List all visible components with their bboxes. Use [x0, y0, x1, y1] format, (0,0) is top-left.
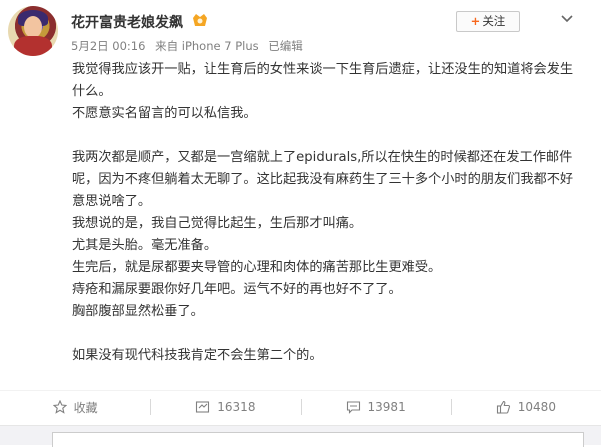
like-button[interactable]: 10480 [450, 391, 601, 423]
star-icon [52, 400, 67, 414]
post-date[interactable]: 5月2日 00:16 [71, 39, 145, 53]
post-paragraph: 生完后，就是尿都要夹导管的心理和肉体的痛苦那比生更难受。 [72, 260, 442, 275]
post-paragraph: 尤其是头胎。毫无准备。 [72, 238, 218, 253]
post-paragraph: 我觉得我应该开一贴，让生育后的女性来谈一下生育后遗症，让还没生的知道将会发生什么… [72, 62, 574, 99]
post-paragraph: 不愿意实名留言的可以私信我。 [72, 106, 257, 121]
follow-label: 关注 [482, 14, 506, 28]
post-source: 来自 iPhone 7 Plus [155, 39, 259, 53]
repost-button[interactable]: 16318 [150, 391, 300, 423]
comment-input[interactable] [52, 432, 584, 447]
post-paragraph: 痔疮和漏尿要跟你好几年吧。运气不好的再也好不了了。 [72, 282, 402, 297]
favorite-button[interactable]: 收藏 [0, 391, 150, 423]
avatar-face [24, 16, 42, 38]
chevron-down-icon[interactable] [560, 12, 574, 26]
comment-icon [346, 401, 360, 414]
avatar[interactable] [8, 6, 58, 56]
post-paragraph: 我想说的是，我自己觉得比起生，生后那才叫痛。 [72, 216, 363, 231]
weibo-post-card: 花开富贵老娘发飙 5月2日 00:16 来自 iPhone 7 Plus 已编辑… [0, 0, 601, 447]
repost-icon [196, 401, 210, 413]
favorite-label: 收藏 [73, 400, 98, 415]
comment-button[interactable]: 13981 [300, 391, 451, 423]
author-name[interactable]: 花开富贵老娘发飙 [71, 12, 183, 32]
post-paragraph: 胸部腹部显然松垂了。 [72, 304, 204, 319]
comment-count: 13981 [367, 400, 406, 414]
post-paragraph: 如果没有现代科技我肯定不会生第二个的。 [72, 348, 323, 363]
repost-count: 16318 [217, 400, 256, 414]
comment-area [0, 425, 601, 447]
post-body: 我觉得我应该开一贴，让生育后的女性来谈一下生育后遗症，让还没生的知道将会发生什么… [72, 59, 582, 367]
vip-badge-icon[interactable] [191, 12, 209, 28]
post-paragraph: 我两次都是顺产，又都是一宫缩就上了epidurals,所以在快生的时候都还在发工… [72, 150, 574, 209]
like-count: 10480 [517, 400, 556, 414]
post-meta: 5月2日 00:16 来自 iPhone 7 Plus 已编辑 [71, 38, 309, 54]
edited-label[interactable]: 已编辑 [268, 39, 303, 53]
follow-button[interactable]: + 关注 [456, 11, 520, 32]
plus-icon: + [470, 14, 481, 28]
action-bar: 收藏 16318 13981 10480 [0, 391, 601, 423]
avatar-robe [14, 36, 52, 56]
thumbs-up-icon [496, 400, 510, 414]
